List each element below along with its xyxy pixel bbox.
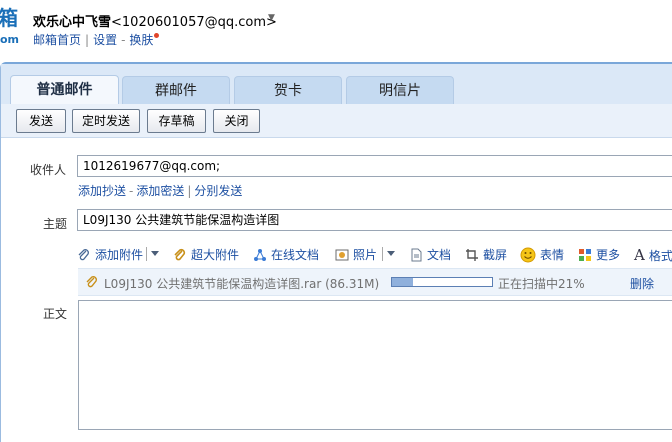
divider xyxy=(382,247,383,261)
upload-file-name: L09J130 公共建筑节能保温构造详图.rar xyxy=(104,277,322,291)
photo-dropdown-icon[interactable] xyxy=(387,251,395,256)
add-cc-link[interactable]: 添加抄送 xyxy=(78,184,126,198)
upload-progress-bar xyxy=(391,277,493,287)
body-label: 正文 xyxy=(43,307,68,321)
format-a-icon: A xyxy=(634,246,645,264)
header-links: 邮箱首页 | 设置 - 换肤 xyxy=(33,31,160,48)
scissors-icon xyxy=(466,248,478,261)
document-icon xyxy=(411,248,422,261)
more-button[interactable]: 更多 xyxy=(578,246,620,263)
document-button[interactable]: 文档 xyxy=(409,246,451,263)
user-email: <1020601057@qq.com> xyxy=(111,15,277,30)
format-label: 格式 xyxy=(648,248,672,263)
online-doc-label: 在线文档 xyxy=(271,248,320,262)
divider: | xyxy=(187,184,192,198)
add-attachment-label: 添加附件 xyxy=(95,248,144,262)
divider: - xyxy=(129,184,134,198)
tab-group-mail[interactable]: 群邮件 xyxy=(122,76,230,104)
to-field[interactable]: 1012619677@qq.com; xyxy=(77,155,672,177)
divider: | xyxy=(85,33,90,47)
account-name: 欢乐心中飞雪<1020601057@qq.com> xyxy=(33,11,277,30)
mailbox-home-link[interactable]: 邮箱首页 xyxy=(33,33,81,47)
upload-file-info: L09J130 公共建筑节能保温构造详图.rar (86.31M) xyxy=(104,275,379,292)
attachment-dropdown-icon[interactable] xyxy=(151,251,159,256)
grid-icon xyxy=(579,248,591,261)
delete-attachment-link[interactable]: 删除 xyxy=(630,275,654,292)
photo-button[interactable]: 照片 xyxy=(335,246,377,263)
send-button[interactable]: 发送 xyxy=(16,109,66,133)
body-editor[interactable] xyxy=(78,300,672,430)
paperclip-icon xyxy=(78,248,89,260)
add-bcc-link[interactable]: 添加密送 xyxy=(136,184,184,198)
close-button[interactable]: 关闭 xyxy=(213,109,260,133)
separate-send-link[interactable]: 分别发送 xyxy=(194,184,242,198)
emoji-label: 表情 xyxy=(540,248,565,262)
save-draft-button[interactable]: 存草稿 xyxy=(147,109,206,133)
tab-greeting-card[interactable]: 贺卡 xyxy=(234,76,342,104)
upload-status: 正在扫描中21% xyxy=(498,277,585,291)
notification-dot-icon xyxy=(154,33,160,38)
attachment-file-icon xyxy=(86,276,97,288)
screenshot-label: 截屏 xyxy=(483,248,508,262)
emoji-button[interactable]: 表情 xyxy=(520,246,564,263)
format-button[interactable]: A 格式 xyxy=(634,246,672,264)
add-attachment-button[interactable]: 添加附件 xyxy=(77,246,143,263)
upload-progress-fill xyxy=(392,278,413,286)
logo-fragment: 箱 xyxy=(0,6,18,30)
document-label: 文档 xyxy=(427,248,452,262)
divider xyxy=(146,247,147,261)
scheduled-send-button[interactable]: 定时发送 xyxy=(72,109,140,133)
to-label: 收件人 xyxy=(30,163,67,177)
account-dropdown-icon[interactable]: ▼ xyxy=(268,13,275,23)
paperclip-gold-icon xyxy=(174,248,186,260)
online-doc-button[interactable]: 在线文档 xyxy=(253,246,319,263)
tab-normal-mail[interactable]: 普通邮件 xyxy=(10,75,119,105)
upload-file-size: (86.31M) xyxy=(325,277,380,291)
user-display-name: 欢乐心中飞雪 xyxy=(33,15,112,30)
subject-field[interactable]: L09J130 公共建筑节能保温构造详图 xyxy=(77,209,672,231)
smiley-icon xyxy=(520,247,536,262)
recipient-links: 添加抄送 - 添加密送 | 分别发送 xyxy=(78,182,242,199)
divider: - xyxy=(121,33,126,47)
settings-link[interactable]: 设置 xyxy=(93,33,117,47)
more-label: 更多 xyxy=(596,248,621,262)
large-attachment-button[interactable]: 超大附件 xyxy=(173,246,239,263)
large-attachment-label: 超大附件 xyxy=(191,248,240,262)
logo-fragment-domain: om xyxy=(0,33,20,46)
subject-label: 主题 xyxy=(43,217,68,231)
change-skin-link[interactable]: 换肤 xyxy=(129,33,153,47)
photo-label: 照片 xyxy=(353,248,378,262)
photo-icon xyxy=(335,249,349,260)
share-nodes-icon xyxy=(254,248,266,261)
screenshot-button[interactable]: 截屏 xyxy=(465,246,507,263)
tab-postcard[interactable]: 明信片 xyxy=(346,76,454,104)
